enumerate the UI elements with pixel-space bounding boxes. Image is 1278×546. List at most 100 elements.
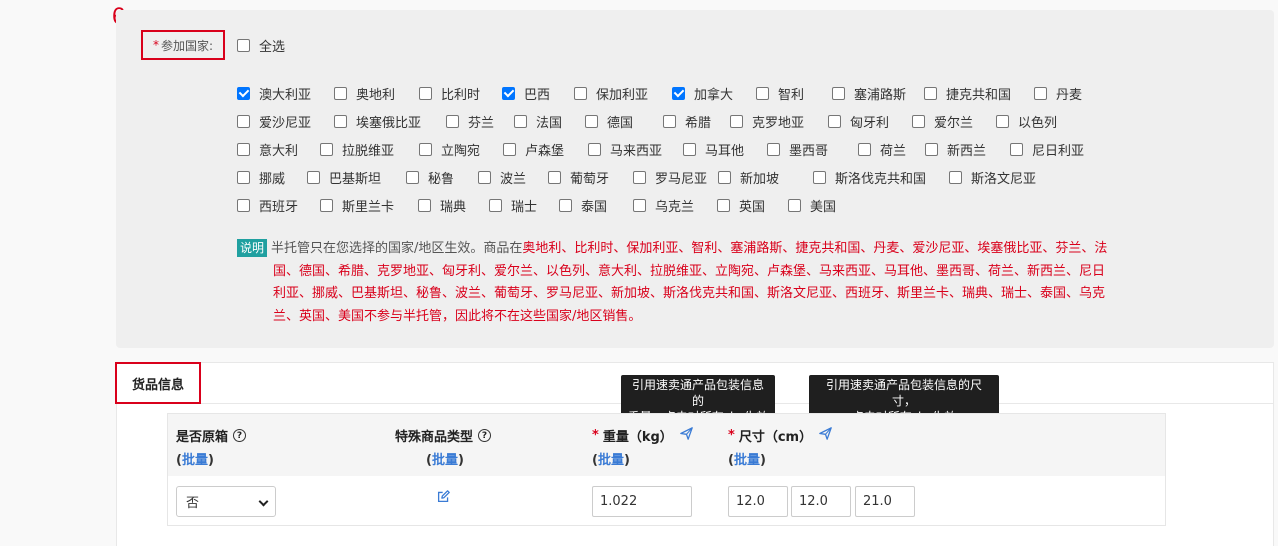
- checkbox-box[interactable]: [767, 143, 780, 156]
- country-checkbox[interactable]: 奥地利: [334, 84, 395, 103]
- country-checkbox[interactable]: 拉脱维亚: [320, 140, 394, 159]
- country-checkbox[interactable]: 立陶宛: [419, 140, 480, 159]
- country-checkbox[interactable]: 巴西: [502, 84, 550, 103]
- checkbox-box[interactable]: [756, 87, 769, 100]
- checkbox-box[interactable]: [237, 199, 250, 212]
- country-checkbox[interactable]: 新加坡: [718, 168, 779, 187]
- checkbox-box[interactable]: [925, 143, 938, 156]
- country-checkbox[interactable]: 希腊: [663, 112, 711, 131]
- country-checkbox[interactable]: 埃塞俄比亚: [334, 112, 421, 131]
- country-checkbox[interactable]: 葡萄牙: [548, 168, 609, 187]
- checkbox-box[interactable]: [502, 87, 515, 100]
- send-icon[interactable]: [679, 427, 693, 444]
- checkbox-box[interactable]: [237, 39, 250, 52]
- checkbox-box[interactable]: [1010, 143, 1023, 156]
- checkbox-box[interactable]: [788, 199, 801, 212]
- country-checkbox[interactable]: 瑞典: [418, 196, 466, 215]
- batch-link[interactable]: 批量: [432, 453, 458, 468]
- length-input[interactable]: 12.0: [728, 486, 788, 517]
- original-box-select[interactable]: 否: [176, 486, 276, 517]
- country-checkbox[interactable]: 爱尔兰: [912, 112, 973, 131]
- checkbox-box[interactable]: [559, 199, 572, 212]
- checkbox-box[interactable]: [237, 115, 250, 128]
- country-checkbox[interactable]: 西班牙: [237, 196, 298, 215]
- send-icon[interactable]: [819, 427, 832, 444]
- checkbox-box[interactable]: [503, 143, 516, 156]
- country-checkbox[interactable]: 克罗地亚: [730, 112, 804, 131]
- country-checkbox[interactable]: 爱沙尼亚: [237, 112, 311, 131]
- select-all-checkbox[interactable]: 全选: [237, 36, 285, 55]
- country-checkbox[interactable]: 匈牙利: [828, 112, 889, 131]
- batch-link[interactable]: 批量: [734, 453, 760, 468]
- checkbox-box[interactable]: [406, 171, 419, 184]
- country-checkbox[interactable]: 马耳他: [683, 140, 744, 159]
- country-checkbox[interactable]: 美国: [788, 196, 836, 215]
- checkbox-box[interactable]: [663, 115, 676, 128]
- country-checkbox[interactable]: 波兰: [478, 168, 526, 187]
- country-checkbox[interactable]: 挪威: [237, 168, 285, 187]
- country-checkbox[interactable]: 塞浦路斯: [832, 84, 906, 103]
- checkbox-box[interactable]: [730, 115, 743, 128]
- checkbox-box[interactable]: [237, 87, 250, 100]
- edit-icon[interactable]: [437, 490, 450, 503]
- country-checkbox[interactable]: 墨西哥: [767, 140, 828, 159]
- checkbox-box[interactable]: [307, 171, 320, 184]
- country-checkbox[interactable]: 加拿大: [672, 84, 733, 103]
- country-checkbox[interactable]: 丹麦: [1034, 84, 1082, 103]
- country-checkbox[interactable]: 英国: [717, 196, 765, 215]
- checkbox-box[interactable]: [418, 199, 431, 212]
- checkbox-box[interactable]: [949, 171, 962, 184]
- country-checkbox[interactable]: 比利时: [419, 84, 480, 103]
- checkbox-box[interactable]: [419, 143, 432, 156]
- checkbox-box[interactable]: [717, 199, 730, 212]
- batch-link[interactable]: 批量: [182, 453, 208, 468]
- checkbox-box[interactable]: [858, 143, 871, 156]
- country-checkbox[interactable]: 芬兰: [446, 112, 494, 131]
- checkbox-box[interactable]: [489, 199, 502, 212]
- checkbox-box[interactable]: [548, 171, 561, 184]
- checkbox-box[interactable]: [574, 87, 587, 100]
- country-checkbox[interactable]: 瑞士: [489, 196, 537, 215]
- country-checkbox[interactable]: 斯里兰卡: [320, 196, 394, 215]
- checkbox-box[interactable]: [478, 171, 491, 184]
- checkbox-box[interactable]: [320, 143, 333, 156]
- checkbox-box[interactable]: [588, 143, 601, 156]
- checkbox-box[interactable]: [334, 87, 347, 100]
- batch-link[interactable]: 批量: [598, 453, 624, 468]
- checkbox-box[interactable]: [446, 115, 459, 128]
- country-checkbox[interactable]: 法国: [514, 112, 562, 131]
- country-checkbox[interactable]: 巴基斯坦: [307, 168, 381, 187]
- checkbox-box[interactable]: [320, 199, 333, 212]
- country-checkbox[interactable]: 卢森堡: [503, 140, 564, 159]
- country-checkbox[interactable]: 斯洛伐克共和国: [813, 168, 926, 187]
- country-checkbox[interactable]: 秘鲁: [406, 168, 454, 187]
- country-checkbox[interactable]: 罗马尼亚: [633, 168, 707, 187]
- checkbox-box[interactable]: [419, 87, 432, 100]
- checkbox-box[interactable]: [813, 171, 826, 184]
- country-checkbox[interactable]: 荷兰: [858, 140, 906, 159]
- country-checkbox[interactable]: 捷克共和国: [924, 84, 1011, 103]
- help-icon[interactable]: ?: [233, 429, 247, 442]
- country-checkbox[interactable]: 意大利: [237, 140, 298, 159]
- help-icon[interactable]: ?: [478, 429, 492, 442]
- country-checkbox[interactable]: 以色列: [996, 112, 1057, 131]
- weight-input[interactable]: 1.022: [592, 486, 692, 517]
- country-checkbox[interactable]: 尼日利亚: [1010, 140, 1084, 159]
- checkbox-box[interactable]: [334, 115, 347, 128]
- checkbox-box[interactable]: [828, 115, 841, 128]
- checkbox-box[interactable]: [237, 171, 250, 184]
- checkbox-box[interactable]: [514, 115, 527, 128]
- country-checkbox[interactable]: 泰国: [559, 196, 607, 215]
- checkbox-box[interactable]: [912, 115, 925, 128]
- checkbox-box[interactable]: [718, 171, 731, 184]
- checkbox-box[interactable]: [633, 171, 646, 184]
- country-checkbox[interactable]: 德国: [585, 112, 633, 131]
- country-checkbox[interactable]: 澳大利亚: [237, 84, 311, 103]
- checkbox-box[interactable]: [924, 87, 937, 100]
- country-checkbox[interactable]: 智利: [756, 84, 804, 103]
- checkbox-box[interactable]: [1034, 87, 1047, 100]
- checkbox-box[interactable]: [585, 115, 598, 128]
- country-checkbox[interactable]: 马来西亚: [588, 140, 662, 159]
- country-checkbox[interactable]: 新西兰: [925, 140, 986, 159]
- country-checkbox[interactable]: 乌克兰: [633, 196, 694, 215]
